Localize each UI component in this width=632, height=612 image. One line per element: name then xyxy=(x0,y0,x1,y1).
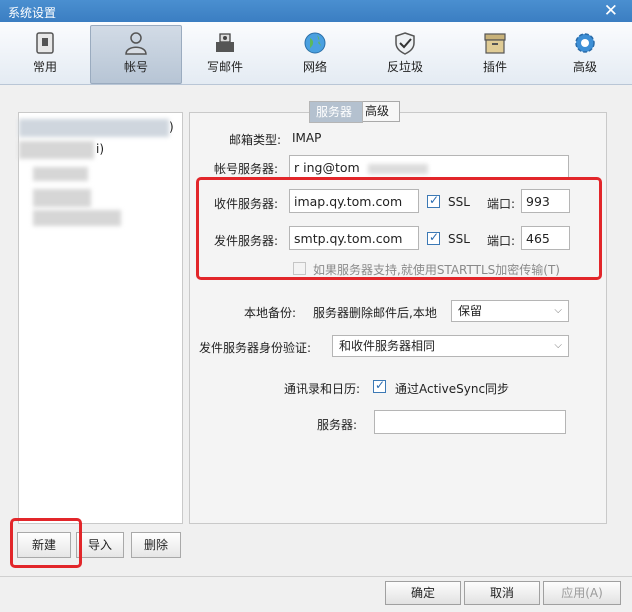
account-server-value: r ing@tom xyxy=(294,160,360,175)
toolbar-label: 网络 xyxy=(302,60,327,74)
toolbar-label: 插件 xyxy=(482,60,507,74)
toolbar-label: 常用 xyxy=(32,60,57,74)
general-icon xyxy=(36,32,54,54)
antispam-icon xyxy=(395,32,415,55)
advanced-icon xyxy=(575,33,595,53)
settings-toolbar: 常用 帐号 写邮件 网络 反垃圾 插件 高级 xyxy=(0,22,632,85)
plugin-icon xyxy=(484,33,506,54)
close-icon[interactable]: ✕ xyxy=(604,1,618,21)
highlight-box-servers xyxy=(196,177,602,280)
local-backup-select[interactable]: 保留 ⌵ xyxy=(451,300,569,322)
highlight-box-new xyxy=(10,518,82,568)
smtp-auth-value: 和收件服务器相同 xyxy=(339,339,436,353)
toolbar-item-antispam[interactable]: 反垃圾 xyxy=(360,26,450,82)
toolbar-item-compose[interactable]: 写邮件 xyxy=(180,26,270,82)
title-bar: 系统设置 ✕ xyxy=(0,0,632,22)
local-backup-text: 服务器删除邮件后,本地 xyxy=(313,306,437,320)
mailbox-type-label: 邮箱类型: xyxy=(229,133,282,147)
toolbar-item-plugin[interactable]: 插件 xyxy=(450,26,540,82)
redacted-region xyxy=(367,163,428,174)
local-backup-value: 保留 xyxy=(458,304,483,318)
ok-button[interactable]: 确定 xyxy=(385,581,461,605)
account-server-label: 帐号服务器: xyxy=(214,162,279,176)
delete-button[interactable]: 删除 xyxy=(131,532,181,558)
smtp-auth-select[interactable]: 和收件服务器相同 ⌵ xyxy=(332,335,569,357)
account-server-field[interactable]: r ing@tom xyxy=(289,155,569,179)
network-icon xyxy=(304,32,326,54)
toolbar-label: 帐号 xyxy=(123,60,148,74)
activesync-checkbox[interactable] xyxy=(373,378,386,393)
contacts-calendar-label: 通讯录和日历: xyxy=(284,382,361,396)
chevron-down-icon: ⌵ xyxy=(554,340,562,351)
apply-button[interactable]: 应用(A) xyxy=(543,581,621,605)
account-list[interactable]: ) i) xyxy=(18,112,183,524)
activesync-server-field[interactable] xyxy=(374,410,566,434)
import-button[interactable]: 导入 xyxy=(76,532,124,558)
list-item-blurred xyxy=(33,210,121,226)
list-item-blurred xyxy=(33,167,88,181)
list-item-blurred xyxy=(33,189,91,207)
toolbar-item-account[interactable]: 帐号 xyxy=(90,25,182,84)
list-item-blurred[interactable] xyxy=(19,119,169,137)
toolbar-item-network[interactable]: 网络 xyxy=(270,26,360,82)
toolbar-label: 反垃圾 xyxy=(386,60,423,74)
toolbar-label: 写邮件 xyxy=(206,60,243,74)
smtp-auth-label: 发件服务器身份验证: xyxy=(199,341,312,355)
list-item-blurred xyxy=(19,141,94,159)
window-title: 系统设置 xyxy=(8,6,57,20)
toolbar-label: 高级 xyxy=(572,60,597,74)
list-item-fragment: ) xyxy=(169,120,174,134)
account-icon xyxy=(125,32,147,55)
tab-server[interactable]: 服务器 xyxy=(309,101,364,123)
local-backup-label: 本地备份: xyxy=(244,306,297,320)
activesync-label: 通过ActiveSync同步 xyxy=(395,382,510,396)
settings-tabs: 设置 服务器 高级 xyxy=(309,101,401,123)
chevron-down-icon: ⌵ xyxy=(554,305,562,316)
list-item-fragment: i) xyxy=(96,142,105,156)
toolbar-item-general[interactable]: 常用 xyxy=(0,26,90,82)
cancel-button[interactable]: 取消 xyxy=(464,581,540,605)
activesync-server-label: 服务器: xyxy=(317,418,358,432)
toolbar-item-advanced[interactable]: 高级 xyxy=(540,26,630,82)
compose-icon xyxy=(216,33,234,52)
mailbox-type-value: IMAP xyxy=(292,131,322,145)
